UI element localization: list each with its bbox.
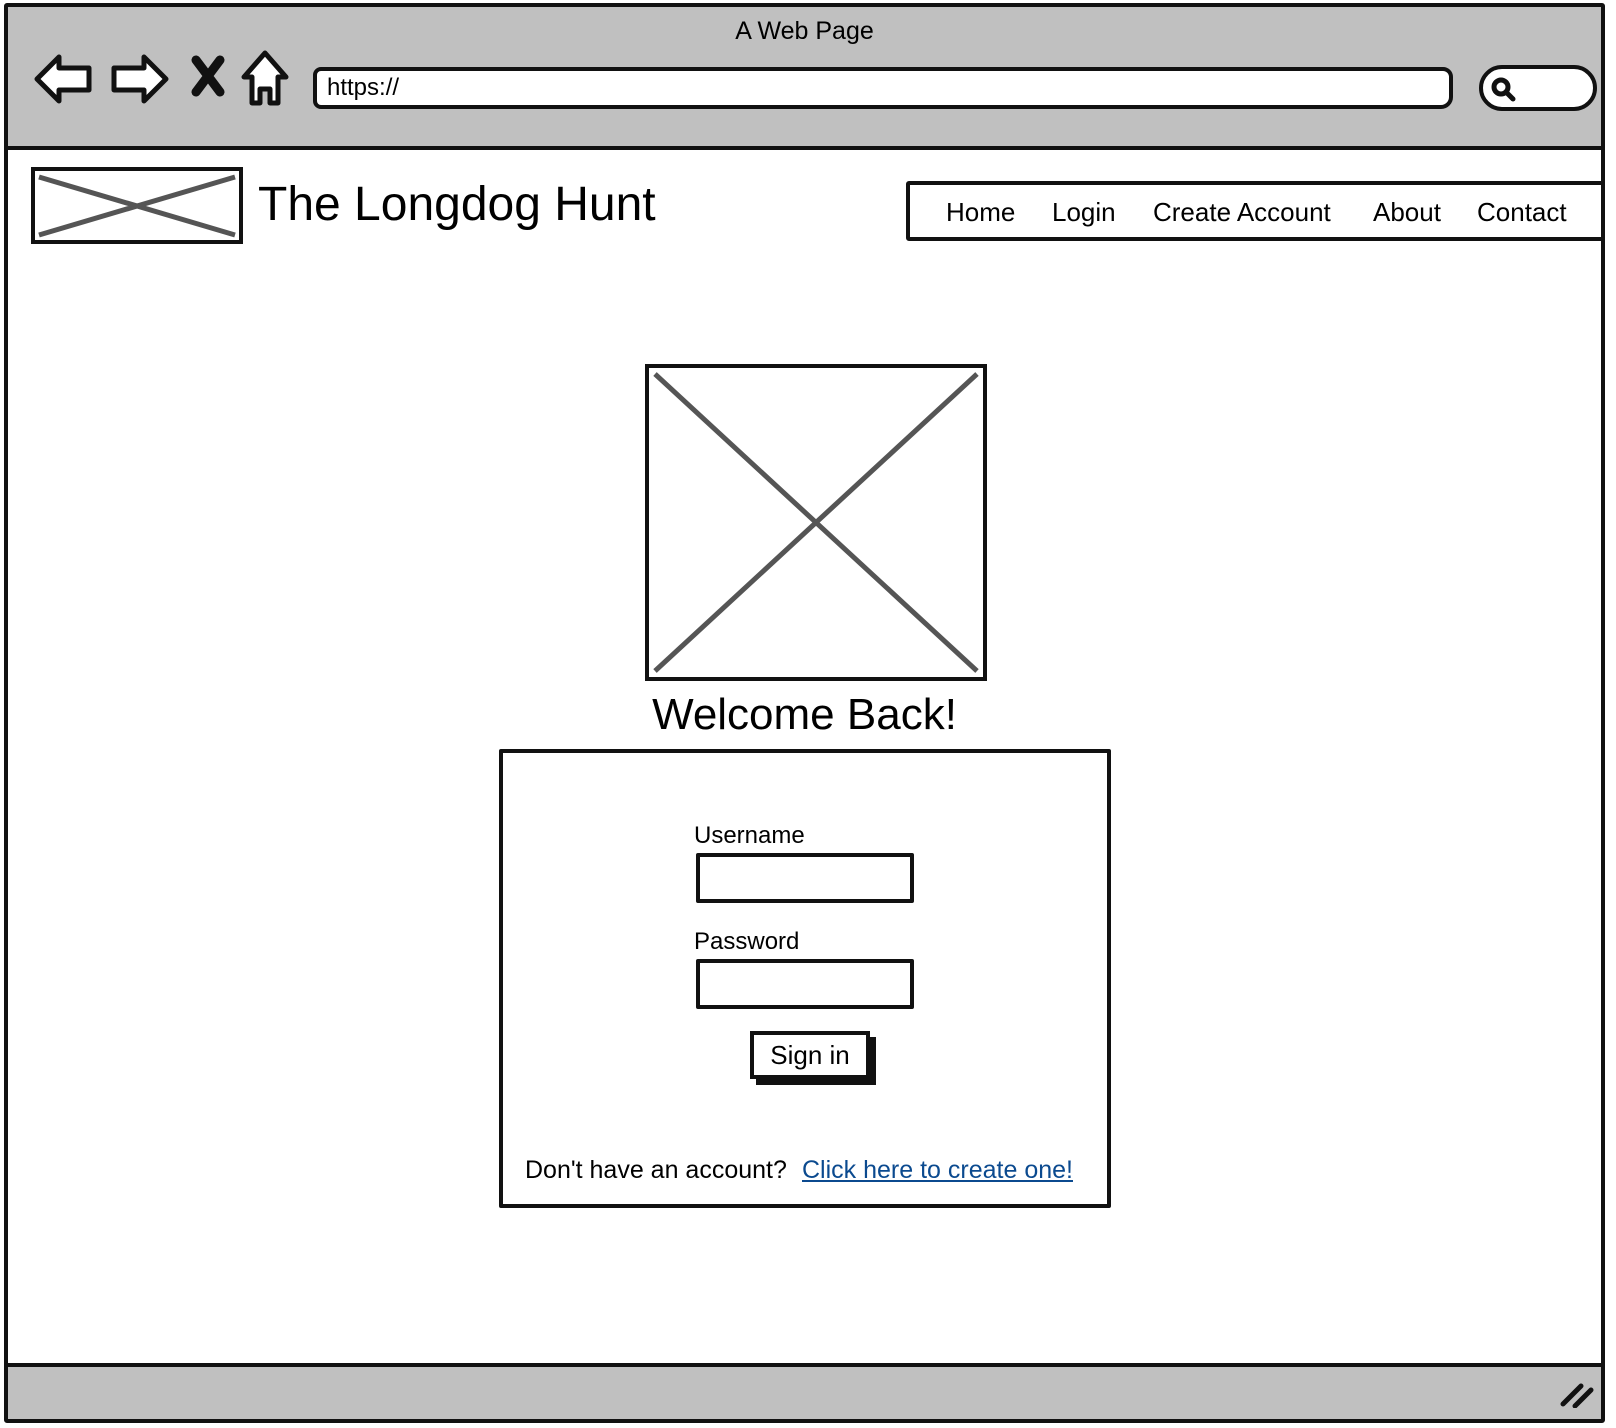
signup-prompt: Don't have an account? xyxy=(525,1156,787,1184)
resize-grip-icon[interactable] xyxy=(1559,1378,1595,1413)
username-field[interactable] xyxy=(696,853,914,903)
nav-login[interactable]: Login xyxy=(1052,197,1116,228)
main-nav: Home Login Create Account About Contact xyxy=(906,181,1601,241)
browser-status-bar xyxy=(8,1363,1601,1419)
search-icon xyxy=(1489,75,1519,110)
address-bar[interactable]: https:// xyxy=(313,67,1453,109)
close-x-icon[interactable] xyxy=(188,54,228,98)
password-label: Password xyxy=(694,928,800,955)
sign-in-button[interactable]: Sign in xyxy=(750,1031,870,1079)
nav-home[interactable]: Home xyxy=(946,197,1015,228)
browser-titlebar: A Web Page https:// xyxy=(8,7,1601,150)
hero-image-placeholder xyxy=(645,364,987,681)
browser-search-box[interactable] xyxy=(1479,65,1597,111)
site-title: The Longdog Hunt xyxy=(258,178,656,231)
username-label: Username xyxy=(694,822,805,849)
nav-contact[interactable]: Contact xyxy=(1477,197,1567,228)
site-logo-placeholder xyxy=(31,167,243,244)
window-title: A Web Page xyxy=(735,17,874,45)
nav-about[interactable]: About xyxy=(1373,197,1441,228)
nav-create-account[interactable]: Create Account xyxy=(1153,197,1331,228)
password-field[interactable] xyxy=(696,959,914,1009)
create-account-link[interactable]: Click here to create one! xyxy=(802,1156,1073,1185)
forward-arrow-icon[interactable] xyxy=(108,51,170,107)
back-arrow-icon[interactable] xyxy=(33,51,95,107)
welcome-heading: Welcome Back! xyxy=(652,690,957,739)
home-icon[interactable] xyxy=(240,49,290,109)
browser-window: A Web Page https:// The Longdog Hunt Hom… xyxy=(4,3,1605,1423)
